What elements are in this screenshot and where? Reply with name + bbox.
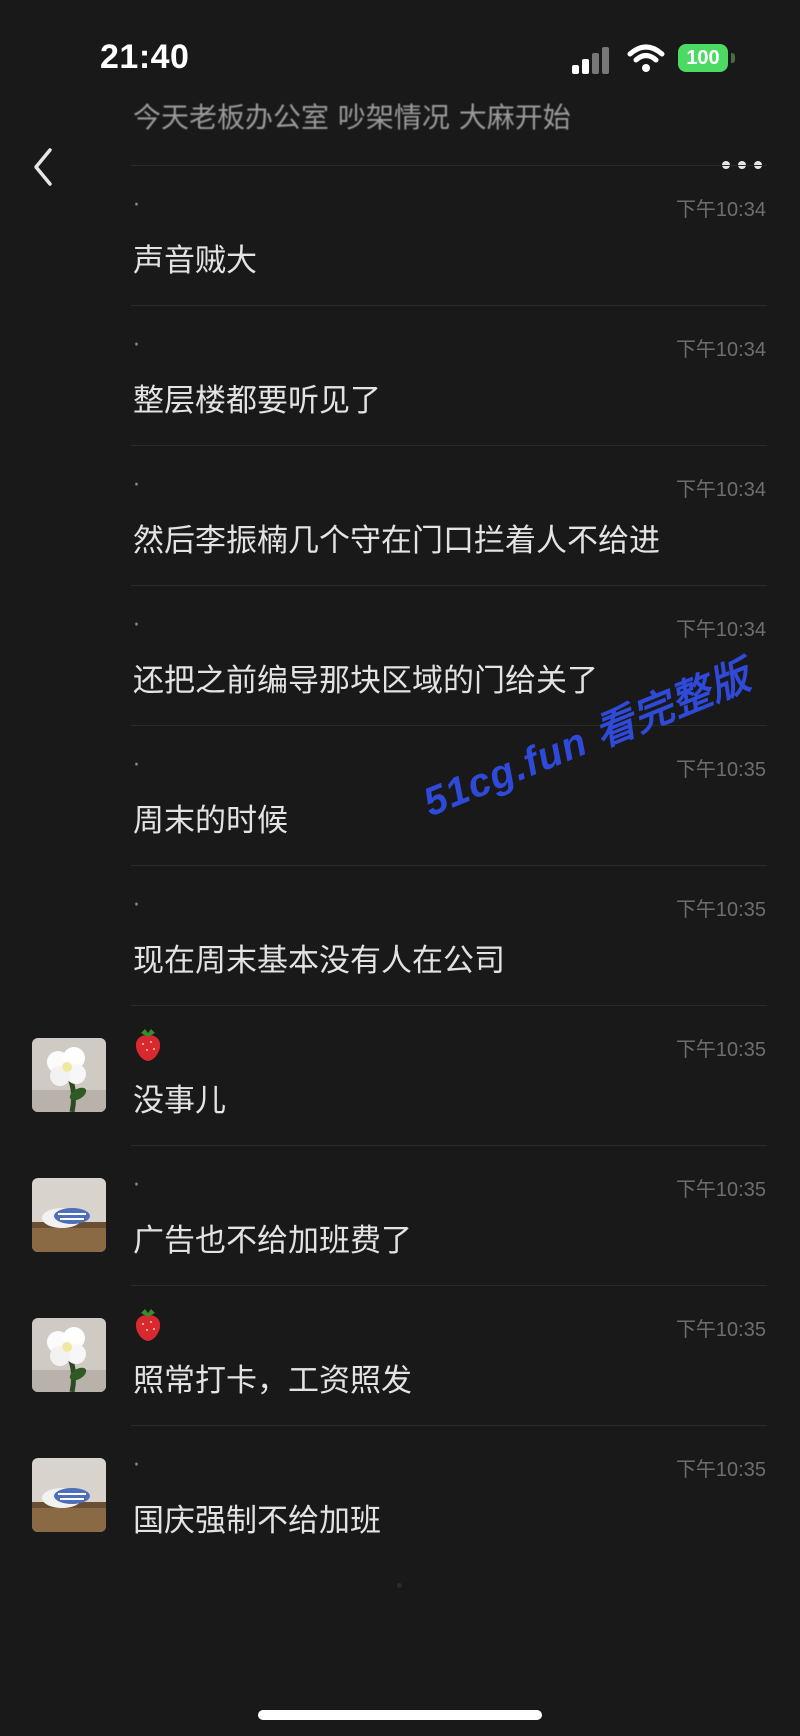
sender-name: · [133,473,140,498]
divider [131,1005,767,1006]
divider [131,165,767,166]
divider [131,305,767,306]
message-time: 下午10:35 [675,1459,766,1481]
avatar-pillow[interactable] [32,1178,106,1252]
message-item[interactable]: · 下午10:35 国庆强制不给加班 [0,1425,800,1565]
message-time: 下午10:34 [675,199,766,221]
message-text: 声音贼大 [133,243,257,279]
message-item[interactable]: · 下午10:34 整层楼都要听见了 [0,305,800,445]
sender-name: · [133,193,140,218]
message-time: 下午10:35 [675,899,766,921]
strawberry-icon [135,1309,161,1341]
avatar-flower[interactable] [32,1318,106,1392]
message-time: 下午10:35 [675,1179,766,1201]
message-time: 下午10:35 [675,1319,766,1341]
message-item[interactable]: · 下午10:34 声音贼大 [0,165,800,305]
message-time: 下午10:34 [675,339,766,361]
message-text: 然后李振楠几个守在门口拦着人不给进 [133,523,660,559]
message-item[interactable]: · 下午10:35 广告也不给加班费了 [0,1145,800,1285]
message-text: 广告也不给加班费了 [133,1223,412,1259]
message-item[interactable]: · 下午10:34 然后李振楠几个守在门口拦着人不给进 [0,445,800,585]
divider [131,865,767,866]
message-text: 整层楼都要听见了 [133,383,381,419]
message-time: 下午10:34 [675,619,766,641]
divider [131,585,767,586]
message-item[interactable]: 下午10:35 没事儿 [0,1005,800,1145]
wifi-icon [627,44,665,72]
sender-name: · [133,893,140,918]
message-item[interactable]: · 下午10:35 现在周末基本没有人在公司 [0,865,800,1005]
sender-name: · [133,1173,140,1198]
message-text: 现在周末基本没有人在公司 [133,943,505,979]
message-text: 国庆强制不给加班 [133,1503,381,1539]
avatar-pillow[interactable] [32,1458,106,1532]
message-text: 还把之前编导那块区域的门给关了 [133,663,598,699]
avatar-flower[interactable] [32,1038,106,1112]
message-time: 下午10:35 [675,1039,766,1061]
divider [131,445,767,446]
message-text: 周末的时候 [133,803,288,839]
divider [131,1425,767,1426]
message-text: 照常打卡，工资照发 [133,1363,412,1399]
strawberry-icon [135,1029,161,1061]
sender-name: · [133,333,140,358]
divider [131,1145,767,1146]
message-item[interactable]: · 下午10:35 周末的时候 [0,725,800,865]
status-bar: 21:40 100 [0,0,800,110]
home-indicator[interactable] [258,1710,542,1720]
battery-tip [731,53,735,63]
sender-name: · [133,1453,140,1478]
sender-name: · [133,613,140,638]
message-list: · 下午10:34 声音贼大 · 下午10:34 整层楼都要听见了 · 下午10… [0,165,800,1565]
message-item[interactable]: 下午10:35 照常打卡，工资照发 [0,1285,800,1425]
battery-icon: 100 [678,44,728,72]
message-time: 下午10:34 [675,479,766,501]
message-time: 下午10:35 [675,759,766,781]
sender-name: · [133,753,140,778]
partial-message-text: 今天老板办公室 吵架情况 大麻开始 [133,101,571,134]
scroll-dot [397,1583,402,1588]
cellular-signal-icon [572,44,612,74]
status-time: 21:40 [100,38,190,76]
message-text: 没事儿 [133,1083,226,1119]
divider [131,1285,767,1286]
